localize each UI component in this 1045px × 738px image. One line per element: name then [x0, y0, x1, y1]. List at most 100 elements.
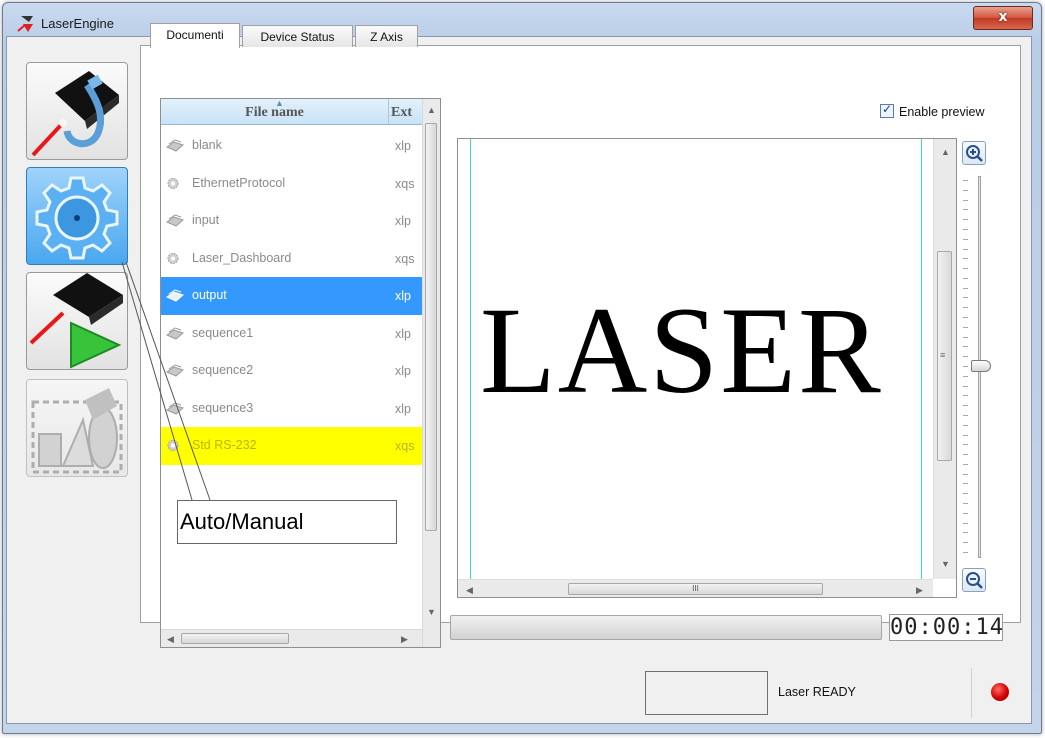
tab-device-status[interactable]: Device Status — [242, 25, 353, 47]
scroll-grip: ≡ — [940, 350, 946, 360]
file-row[interactable]: blank xlp — [161, 127, 422, 165]
file-name: sequence3 — [192, 400, 254, 415]
slider-tick — [963, 522, 968, 524]
file-row[interactable]: output xlp — [161, 277, 422, 315]
tab-documenti[interactable]: Documenti — [150, 23, 240, 48]
file-list[interactable]: File name ▲ Ext blank xlp EthernetProtocol… — [160, 98, 441, 648]
callout-label: Auto/Manual — [177, 500, 397, 544]
file-row[interactable]: sequence3 xlp — [161, 390, 422, 428]
zoom-slider-thumb[interactable] — [971, 360, 991, 372]
shapes-icon — [31, 388, 123, 474]
progress-bar — [450, 615, 882, 640]
slider-tick — [963, 268, 968, 270]
slider-tick — [963, 532, 968, 534]
slider-tick — [963, 189, 968, 191]
file-row[interactable]: EthernetProtocol xqs — [161, 165, 422, 203]
file-name: sequence1 — [192, 325, 254, 340]
scroll-thumb[interactable] — [181, 633, 289, 644]
file-name: input — [192, 213, 220, 227]
slider-tick — [963, 483, 968, 485]
slider-tick — [963, 444, 968, 446]
file-row[interactable]: Std RS-232 xqs — [161, 427, 422, 465]
slider-tick — [963, 542, 968, 544]
settings-button[interactable] — [26, 167, 128, 265]
file-ext: xqs — [395, 439, 415, 453]
zoom-in-button[interactable] — [962, 141, 986, 165]
file-row[interactable]: sequence2 xlp — [161, 352, 422, 390]
document-icon — [165, 139, 184, 152]
scroll-thumb[interactable]: III — [568, 583, 823, 595]
slider-tick — [963, 238, 968, 240]
laser-play-icon — [29, 273, 123, 369]
column-separator[interactable] — [388, 99, 389, 124]
slider-tick — [963, 228, 968, 230]
slider-tick — [963, 405, 968, 407]
file-list-horizontal-scrollbar[interactable]: ◀ ▶ — [161, 629, 422, 647]
checkbox-checked-icon[interactable] — [880, 102, 894, 118]
slider-tick — [963, 414, 968, 416]
slider-tick — [963, 248, 968, 250]
slider-tick — [963, 503, 968, 505]
file-name: EthernetProtocol — [192, 175, 286, 190]
laser-connect-button[interactable] — [26, 62, 128, 160]
slider-tick — [963, 424, 968, 426]
slider-tick — [963, 473, 968, 475]
zoom-out-button[interactable] — [962, 568, 986, 592]
file-ext: xlp — [395, 401, 411, 416]
right-guide-line — [921, 139, 922, 579]
gear-icon — [166, 439, 184, 452]
scroll-thumb[interactable]: ≡ — [937, 251, 952, 461]
scroll-right-icon[interactable]: ▶ — [401, 634, 408, 644]
enable-preview-label: Enable preview — [899, 105, 985, 119]
preview-canvas[interactable]: LASER ▲ ≡ ▼ ◀ III ▶ — [457, 138, 957, 598]
window-title: LaserEngine — [41, 16, 114, 31]
slider-tick — [963, 209, 968, 211]
file-name: blank — [192, 138, 222, 152]
slider-tick — [963, 366, 968, 367]
document-icon — [165, 401, 184, 415]
preview-horizontal-scrollbar[interactable]: ◀ III ▶ — [458, 579, 933, 597]
file-list-header: File name ▲ Ext — [161, 99, 422, 125]
close-button[interactable]: x — [973, 6, 1033, 30]
slider-tick — [963, 297, 968, 299]
slider-tick — [963, 180, 968, 181]
slider-tick — [963, 395, 968, 397]
left-guide-line — [470, 139, 471, 579]
elapsed-timer: 00:00:14 — [889, 614, 1004, 641]
file-list-vertical-scrollbar[interactable]: ▲ ▼ — [422, 99, 440, 647]
scroll-down-icon[interactable]: ▼ — [427, 607, 436, 617]
scroll-right-icon[interactable]: ▶ — [916, 585, 923, 595]
slider-tick — [963, 434, 968, 436]
slider-tick — [963, 199, 968, 201]
scroll-up-icon[interactable]: ▲ — [941, 147, 950, 157]
enable-preview-checkbox[interactable]: Enable preview — [880, 102, 985, 119]
file-ext: xlp — [395, 214, 411, 228]
file-name: output — [192, 288, 227, 302]
slider-tick — [963, 463, 968, 465]
slider-tick — [963, 317, 968, 319]
gear-icon — [35, 176, 119, 260]
slider-tick — [963, 346, 968, 348]
scroll-left-icon[interactable]: ◀ — [466, 585, 473, 595]
laser-connect-icon — [31, 71, 119, 157]
gear-icon — [166, 177, 184, 190]
tab-z-axis[interactable]: Z Axis — [355, 25, 418, 47]
scroll-up-icon[interactable]: ▲ — [427, 105, 436, 115]
slider-tick — [963, 512, 968, 514]
run-sequence-button[interactable] — [26, 272, 128, 370]
file-ext: xqs — [395, 176, 415, 191]
scroll-left-icon[interactable]: ◀ — [167, 634, 174, 644]
file-ext: xlp — [395, 326, 411, 341]
slider-tick — [963, 219, 968, 221]
status-indicator-box — [645, 671, 768, 715]
file-ext: xlp — [395, 364, 411, 378]
column-header-ext[interactable]: Ext — [391, 99, 425, 124]
file-row[interactable]: sequence1 xlp — [161, 315, 422, 353]
file-row[interactable]: input xlp — [161, 202, 422, 240]
slider-tick — [963, 454, 968, 456]
file-row[interactable]: Laser_Dashboard xqs — [161, 240, 422, 278]
slider-tick — [963, 287, 968, 289]
preview-vertical-scrollbar[interactable]: ▲ ≡ ▼ — [933, 139, 956, 579]
scroll-thumb[interactable] — [425, 123, 437, 531]
scroll-down-icon[interactable]: ▼ — [941, 559, 950, 569]
